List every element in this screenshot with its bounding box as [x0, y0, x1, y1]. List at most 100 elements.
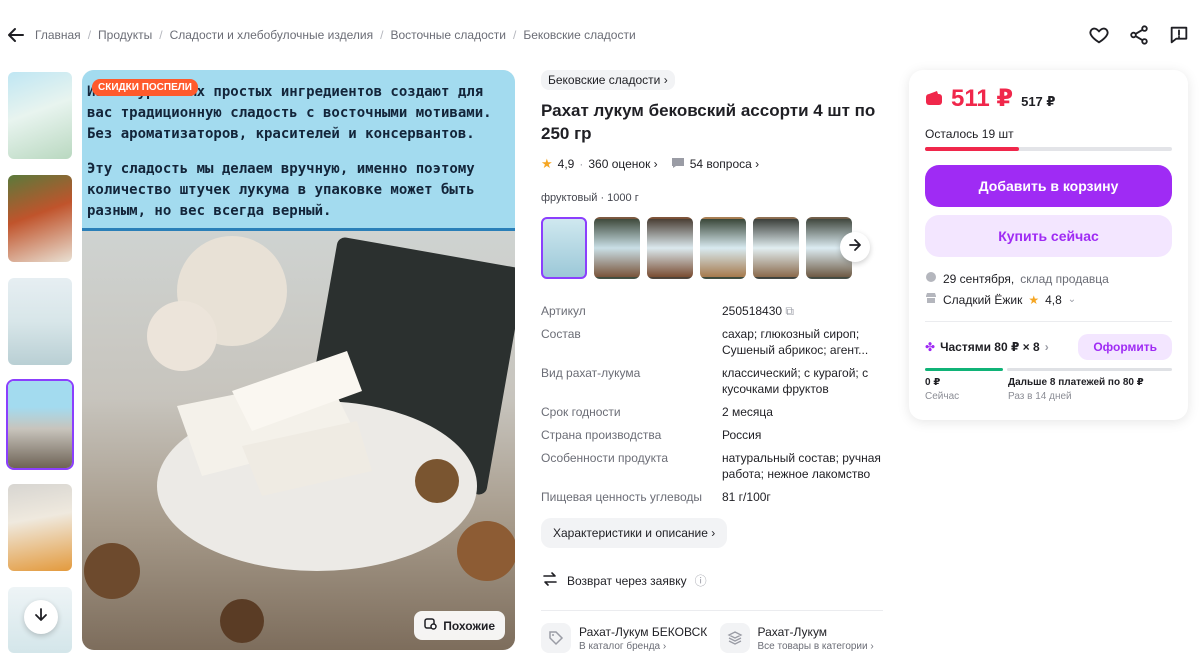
buy-card: 511 ₽ 517 ₽ Осталось 19 шт Добавить в ко… — [909, 70, 1188, 420]
thumbnail[interactable] — [6, 173, 74, 264]
variant-list — [541, 217, 886, 279]
seller-name: Сладкий Ёжик — [943, 292, 1023, 307]
divider — [925, 321, 1172, 322]
now-amount: 0 ₽ — [925, 377, 941, 388]
breadcrumb-item[interactable]: Продукты — [98, 28, 152, 42]
delivery-row: 29 сентября, склад продавца — [925, 271, 1172, 286]
product-title: Рахат лукум бековский ассорти 4 шт по 25… — [541, 101, 876, 143]
rating-value: 4,9 — [557, 157, 575, 171]
similar-label: Похожие — [443, 618, 495, 633]
characteristics-button[interactable]: Характеристики и описание › — [541, 518, 728, 548]
divider — [541, 610, 883, 611]
variant-option[interactable] — [753, 217, 799, 279]
thumbnail[interactable] — [6, 70, 74, 161]
seller-row[interactable]: Сладкий Ёжик ★ 4,8 ⌄ — [925, 292, 1172, 307]
thumbnail[interactable] — [6, 276, 74, 367]
category-link-sub: Все товары в категории › — [757, 640, 874, 652]
brand-link[interactable]: Рахат-Лукум БЕКОВСК В каталог бренда › — [541, 623, 708, 653]
questions-link[interactable]: 54 вопроса › — [690, 157, 759, 171]
order-installments-button[interactable]: Оформить — [1078, 334, 1172, 360]
variant-option[interactable] — [700, 217, 746, 279]
spec-row: Вид рахат-лукума классический; с курагой;… — [541, 365, 886, 397]
spec-key: Вид рахат-лукума — [541, 366, 641, 380]
return-icon — [541, 571, 559, 590]
arrow-down-icon — [33, 607, 49, 628]
variant-label: фруктовый · 1000 г — [541, 192, 639, 204]
back-arrow-icon[interactable] — [6, 25, 26, 45]
sale-badge: СКИДКИ ПОСПЕЛИ — [92, 79, 198, 96]
main-product-image[interactable]: Из натуральных простых ингредиентов созд… — [82, 70, 515, 650]
rating-row: ★ 4,9 · 360 оценок › 54 вопроса › — [541, 156, 760, 172]
variants-next-button[interactable] — [840, 232, 870, 262]
stock-text: Осталось 19 шт — [925, 127, 1014, 141]
breadcrumb: Главная / Продукты / Сладости и хлебобулоч… — [35, 28, 636, 42]
return-text: Возврат через заявку — [567, 573, 687, 588]
spec-key: Страна производства — [541, 428, 662, 442]
stock-bar — [925, 147, 1172, 151]
spec-value: натуральный состав; ручная работа; нежно… — [722, 451, 881, 481]
promo-text: Эту сладость мы делаем вручную, именно п… — [87, 161, 475, 219]
store-icon — [925, 292, 937, 307]
layers-icon — [719, 623, 750, 653]
spec-key: Пищевая ценность углеводы — [541, 490, 702, 504]
brand-link-sub: В каталог бренда › — [579, 640, 667, 652]
variant-option[interactable] — [647, 217, 693, 279]
category-chip[interactable]: Бековские сладости › — [541, 70, 675, 90]
thumbnail[interactable] — [6, 482, 74, 573]
stock-fill — [925, 147, 1019, 151]
variant-option[interactable] — [541, 217, 587, 279]
spec-value: сахар; глюкозный сироп; Сушеный абрикос;… — [722, 327, 869, 357]
copy-icon: ⧉ — [785, 304, 794, 318]
spec-value[interactable]: 250518430 ⧉ — [722, 303, 882, 319]
tag-icon — [541, 623, 571, 653]
price: 511 ₽ — [951, 85, 1014, 112]
reviews-link[interactable]: 360 оценок › — [588, 157, 657, 171]
box-icon — [925, 271, 937, 286]
old-price: 517 ₽ — [1021, 94, 1056, 109]
return-row: Возврат через заявку ⓘ — [541, 571, 886, 590]
installments-progress — [925, 368, 1172, 371]
star-icon: ★ — [1028, 292, 1040, 307]
similar-icon — [424, 617, 438, 634]
product-photo — [82, 231, 515, 650]
spec-row: Срок годности 2 месяца — [541, 404, 886, 420]
info-icon[interactable]: ⓘ — [695, 572, 707, 589]
delivery-date: 29 сентября, — [943, 271, 1015, 286]
installments-schedule: 0 ₽ Сейчас Дальше 8 платежей по 80 ₽ Раз… — [925, 377, 1172, 402]
star-icon: ★ — [541, 156, 553, 171]
scroll-down-button[interactable] — [24, 600, 58, 634]
spec-key: Артикул — [541, 304, 586, 318]
chevron-down-icon: ⌄ — [1067, 294, 1077, 305]
breadcrumb-item[interactable]: Сладости и хлебобулочные изделия — [170, 28, 374, 42]
add-to-cart-button[interactable]: Добавить в корзину — [925, 165, 1172, 207]
spec-row: Артикул 250518430 ⧉ — [541, 303, 886, 319]
thumbnail[interactable] — [6, 379, 74, 470]
category-link[interactable]: Рахат-Лукум Все товары в категории › — [719, 623, 887, 653]
breadcrumb-item[interactable]: Восточные сладости — [390, 28, 506, 42]
spec-value: 81 г/100г — [722, 490, 771, 504]
breadcrumb-item[interactable]: Бековские сладости — [523, 28, 635, 42]
category-link-title: Рахат-Лукум — [757, 624, 828, 639]
spec-value: Россия — [722, 428, 762, 442]
spec-row: Пищевая ценность углеводы 81 г/100г — [541, 489, 886, 505]
installments-link[interactable]: ✤ Частями 80 ₽ × 8 › — [925, 340, 1049, 354]
spec-list: Артикул 250518430 ⧉ Состав сахар; глюкозны… — [541, 303, 886, 505]
wallet-icon — [925, 90, 943, 111]
similar-button[interactable]: Похожие — [414, 611, 505, 640]
breadcrumb-item[interactable]: Главная — [35, 28, 81, 42]
thumbnail-list — [6, 70, 76, 655]
heart-icon[interactable] — [1088, 24, 1110, 46]
later-amount: Дальше 8 платежей по 80 ₽ — [1008, 377, 1144, 388]
price-row: 511 ₽ 517 ₽ — [925, 84, 1172, 113]
report-icon[interactable] — [1168, 24, 1190, 46]
arrow-right-icon — [848, 238, 862, 257]
seller-rating: 4,8 — [1045, 292, 1062, 307]
split-icon: ✤ — [925, 340, 936, 354]
buy-now-button[interactable]: Купить сейчас — [925, 215, 1172, 257]
brand-link-title: Рахат-Лукум БЕКОВСК — [579, 624, 708, 639]
spec-row: Состав сахар; глюкозный сироп; Сушеный аб… — [541, 326, 886, 358]
spec-key: Состав — [541, 327, 581, 341]
variant-option[interactable] — [594, 217, 640, 279]
share-icon[interactable] — [1128, 24, 1150, 46]
questions-icon — [671, 157, 685, 172]
